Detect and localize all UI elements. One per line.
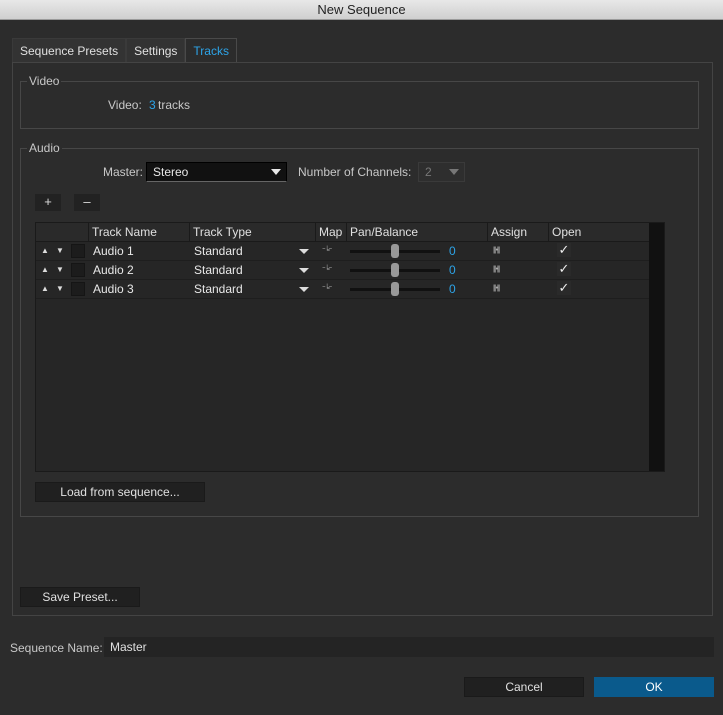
window-title: New Sequence [0,0,723,20]
track-type[interactable]: Standard [194,261,243,279]
channel-assign-icon[interactable]: |||•||| [493,261,500,279]
table-row[interactable]: ▲ ▼ Audio 3 Standard ⁼╘⁼ 0 |||•||| ✓ [36,280,650,299]
pan-value[interactable]: 0 [449,242,456,260]
sequence-name-label: Sequence Name: [10,641,103,655]
cancel-button[interactable]: Cancel [464,677,584,697]
track-color-swatch[interactable] [71,244,85,258]
channels-dropdown-value: 2 [425,165,432,179]
column-header-assign: Assign [487,223,548,242]
audio-tracks-table: Track Name Track Type Map Pan/Balance As… [35,222,665,472]
master-dropdown-value: Stereo [153,165,189,179]
table-scrollbar[interactable] [649,223,664,471]
pan-slider-thumb[interactable] [391,282,399,296]
video-group-title: Video [27,73,62,89]
checkmark-icon[interactable]: ✓ [557,262,571,276]
column-header-pan-balance: Pan/Balance [346,223,486,242]
pan-value[interactable]: 0 [449,261,456,279]
pan-slider-thumb[interactable] [391,263,399,277]
up-triangle-icon[interactable]: ▲ [41,280,49,298]
channel-map-icon[interactable]: ⁼╘⁼ [322,280,332,298]
audio-group-title: Audio [27,140,62,156]
master-dropdown[interactable]: Stereo [146,162,287,182]
master-label: Master: [103,165,144,179]
channels-dropdown[interactable]: 2 [418,162,465,182]
ok-button[interactable]: OK [594,677,714,697]
tab-tracks[interactable]: Tracks [185,38,237,63]
video-tracks-count[interactable]: 3 [149,97,156,113]
pan-value[interactable]: 0 [449,280,456,298]
table-row[interactable]: ▲ ▼ Audio 2 Standard ⁼╘⁼ 0 |||•||| ✓ [36,261,650,280]
column-header-map: Map [315,223,346,242]
track-name[interactable]: Audio 3 [93,280,134,298]
channel-map-icon[interactable]: ⁼╘⁼ [322,261,332,279]
column-header-track-name: Track Name [88,223,187,242]
track-name[interactable]: Audio 1 [93,242,134,260]
chevron-down-icon[interactable] [299,268,309,273]
tab-sequence-presets[interactable]: Sequence Presets [12,38,127,63]
track-type[interactable]: Standard [194,242,243,260]
down-triangle-icon[interactable]: ▼ [56,261,64,279]
channel-assign-icon[interactable]: |||•||| [493,280,500,298]
remove-track-button[interactable]: – [74,194,100,211]
track-name[interactable]: Audio 2 [93,261,134,279]
channel-assign-icon[interactable]: |||•||| [493,242,500,260]
track-color-swatch[interactable] [71,282,85,296]
save-preset-button[interactable]: Save Preset... [20,587,140,607]
checkmark-icon[interactable]: ✓ [557,243,571,257]
down-triangle-icon[interactable]: ▼ [56,242,64,260]
column-header-track-type: Track Type [189,223,315,242]
add-track-button[interactable]: + [35,194,61,211]
chevron-down-icon [449,169,459,175]
channel-map-icon[interactable]: ⁼╘⁼ [322,242,332,260]
checkmark-icon[interactable]: ✓ [557,281,571,295]
tab-settings[interactable]: Settings [126,38,186,63]
up-triangle-icon[interactable]: ▲ [41,242,49,260]
down-triangle-icon[interactable]: ▼ [56,280,64,298]
chevron-down-icon [271,169,281,175]
tab-bar: Sequence Presets Settings Tracks [12,38,237,63]
up-triangle-icon[interactable]: ▲ [41,261,49,279]
video-tracks-label: Video: [108,98,142,112]
table-row[interactable]: ▲ ▼ Audio 1 Standard ⁼╘⁼ 0 |||•||| ✓ [36,242,650,261]
sequence-name-input[interactable]: Master [104,637,714,657]
channels-label: Number of Channels: [298,165,412,179]
chevron-down-icon[interactable] [299,287,309,292]
track-type[interactable]: Standard [194,280,243,298]
column-header-open: Open [548,223,650,242]
pan-slider-thumb[interactable] [391,244,399,258]
chevron-down-icon[interactable] [299,249,309,254]
table-header: Track Name Track Type Map Pan/Balance As… [36,223,650,242]
video-tracks-unit: tracks [158,98,191,112]
load-from-sequence-button[interactable]: Load from sequence... [35,482,205,502]
track-color-swatch[interactable] [71,263,85,277]
